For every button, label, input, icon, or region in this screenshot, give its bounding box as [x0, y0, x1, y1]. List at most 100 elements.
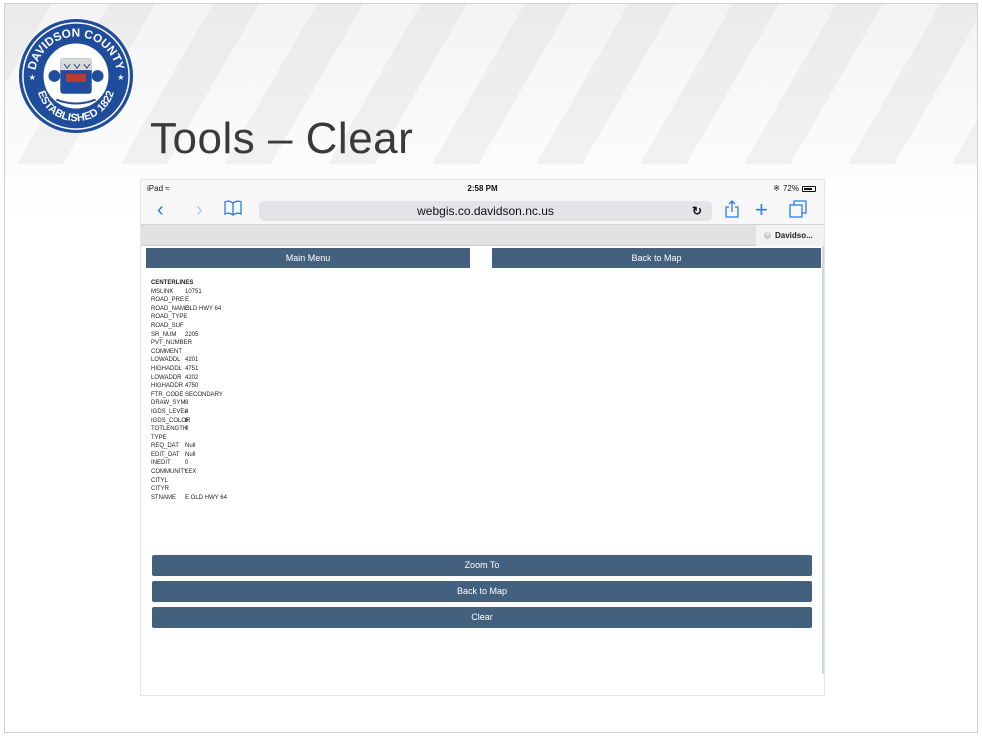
attribute-row: STNAME E OLD HWY 64: [151, 494, 227, 503]
battery-icon: [802, 185, 816, 192]
clear-button[interactable]: Clear: [152, 607, 812, 628]
tab-davidson[interactable]: × Davidso...: [756, 225, 824, 246]
attribute-key: STNAME: [151, 494, 177, 501]
attribute-value: 0: [185, 460, 189, 467]
attribute-rows: MSLINK 10751 ROAD_PREE ROAD_NAMEOLD HWY 64 R…: [151, 288, 227, 503]
attribute-value: E OLD HWY 64: [185, 494, 227, 501]
attribute-row: MSLINK 10751: [151, 288, 227, 297]
attribute-value: E: [185, 297, 190, 304]
attribute-key: HIGHADDR: [151, 383, 184, 390]
zoom-to-button[interactable]: Zoom To: [152, 555, 812, 576]
back-chevron-icon[interactable]: ‹: [157, 200, 164, 220]
attribute-value: 0: [185, 426, 189, 433]
attribute-row: COMMENT: [151, 348, 227, 357]
battery-percent: 72%: [782, 184, 799, 193]
attribute-value: 8: [185, 400, 189, 407]
attribute-key: TYPE: [151, 434, 167, 441]
tab-close-icon[interactable]: ×: [764, 232, 771, 240]
attribute-key: COMMUNITY: [151, 469, 188, 476]
attribute-value: LEX: [185, 469, 197, 476]
attribute-row: INEDIT 0: [151, 459, 227, 468]
attribute-value: 10751: [185, 288, 202, 295]
attribute-value: 4751: [185, 365, 199, 372]
svg-text:★: ★: [117, 73, 124, 82]
attribute-row: CITYL: [151, 477, 227, 486]
attribute-key: CITYR: [151, 486, 169, 493]
attribute-row: TYPE: [151, 434, 227, 443]
attribute-row: DRAW_SYM8: [151, 399, 227, 408]
status-bar: iPad ≈ 2:58 PM ※ 72%: [141, 180, 824, 198]
attribute-row: EDIT_DAT Null: [151, 451, 227, 460]
url-text: webgis.co.davidson.nc.us: [417, 204, 554, 218]
attribute-value: SECONDARY: [185, 391, 223, 398]
attribute-row: ROAD_NAMEOLD HWY 64: [151, 305, 227, 314]
attribute-key: ROAD_PRE: [151, 297, 185, 304]
slide-title: Tools – Clear: [150, 114, 414, 163]
attribute-row: HIGHADDR 4750: [151, 382, 227, 391]
status-time: 2:58 PM: [467, 184, 498, 193]
attribute-key: ROAD_NAME: [151, 305, 190, 312]
attribute-key: MSLINK: [151, 288, 174, 295]
attribute-key: COMMENT: [151, 348, 182, 355]
attribute-table: CENTERLINES MSLINK 10751 ROAD_PREE ROAD_NAM…: [151, 279, 227, 502]
attribute-row: CITYR: [151, 485, 227, 494]
attribute-row: FTR_CODE SECONDARY: [151, 391, 227, 400]
attribute-row: IGDS_COLOR6: [151, 417, 227, 426]
page-content: Main Menu Back to Map CENTERLINES MSLINK…: [141, 246, 824, 674]
bluetooth-icon: ※: [773, 184, 780, 193]
ipad-screenshot: iPad ≈ 2:58 PM ※ 72% ‹ › webgis.co.david…: [141, 180, 824, 695]
back-to-map-top-button[interactable]: Back to Map: [492, 248, 821, 268]
attribute-row: COMMUNITYLEX: [151, 468, 227, 477]
attribute-row: ROAD_TYPE: [151, 313, 227, 322]
attribute-row: PVT_NUMBER: [151, 339, 227, 348]
attribute-value: Null: [185, 443, 196, 450]
attribute-value: 4: [185, 408, 189, 415]
attribute-key: IGDS_COLOR: [151, 417, 191, 424]
county-seal-logo: DAVIDSON COUNTY ESTABLISHED 1822 ★ ★: [18, 18, 134, 134]
tabs-icon[interactable]: [789, 200, 807, 223]
browser-toolbar: ‹ › webgis.co.davidson.nc.us ↻ +: [141, 197, 824, 224]
attribute-value: 2205: [185, 331, 199, 338]
url-bar[interactable]: webgis.co.davidson.nc.us ↻: [259, 201, 712, 221]
attribute-value: 6: [185, 417, 189, 424]
attribute-key: INEDIT: [151, 460, 171, 467]
attribute-row: REQ_DAT Null: [151, 442, 227, 451]
attribute-row: LOWADDL 4201: [151, 356, 227, 365]
forward-chevron-icon[interactable]: ›: [196, 200, 203, 220]
attribute-row: ROAD_PREE: [151, 296, 227, 305]
attribute-key: ROAD_SUF: [151, 322, 184, 329]
tab-strip: × Davidso...: [141, 224, 824, 246]
attribute-key: ROAD_TYPE: [151, 314, 188, 321]
attribute-key: REQ_DAT: [151, 443, 179, 450]
add-tab-icon[interactable]: +: [755, 197, 768, 223]
attribute-row: TOTLENGTH0: [151, 425, 227, 434]
attribute-key: IGDS_LEVEL: [151, 408, 188, 415]
attribute-key: CITYL: [151, 477, 169, 484]
attribute-value: 4750: [185, 383, 199, 390]
attribute-key: FTR_CODE: [151, 391, 184, 398]
back-to-map-button[interactable]: Back to Map: [152, 581, 812, 602]
attribute-key: LOWADDR: [151, 374, 182, 381]
attribute-row: LOWADDR 4202: [151, 374, 227, 383]
attribute-heading: CENTERLINES: [151, 280, 194, 286]
tab-label: Davidso...: [775, 231, 813, 240]
attribute-row: IGDS_LEVEL4: [151, 408, 227, 417]
bookmarks-icon[interactable]: [224, 200, 242, 220]
reload-icon[interactable]: ↻: [692, 201, 702, 221]
svg-text:★: ★: [29, 73, 36, 82]
attribute-row: SR_NUM 2205: [151, 331, 227, 340]
attribute-key: DRAW_SYM: [151, 400, 186, 407]
attribute-key: TOTLENGTH: [151, 426, 188, 433]
main-menu-button[interactable]: Main Menu: [146, 248, 470, 268]
attribute-key: PVT_NUMBER: [151, 340, 193, 347]
attribute-key: SR_NUM: [151, 331, 177, 338]
attribute-key: EDIT_DAT: [151, 451, 180, 458]
attribute-value: Null: [185, 451, 196, 458]
share-icon[interactable]: [725, 200, 739, 223]
attribute-key: HIGHADDL: [151, 365, 183, 372]
attribute-row: ROAD_SUF: [151, 322, 227, 331]
attribute-value: 4202: [185, 374, 199, 381]
attribute-key: LOWADDL: [151, 357, 181, 364]
attribute-value: 4201: [185, 357, 199, 364]
attribute-value: OLD HWY 64: [185, 305, 222, 312]
